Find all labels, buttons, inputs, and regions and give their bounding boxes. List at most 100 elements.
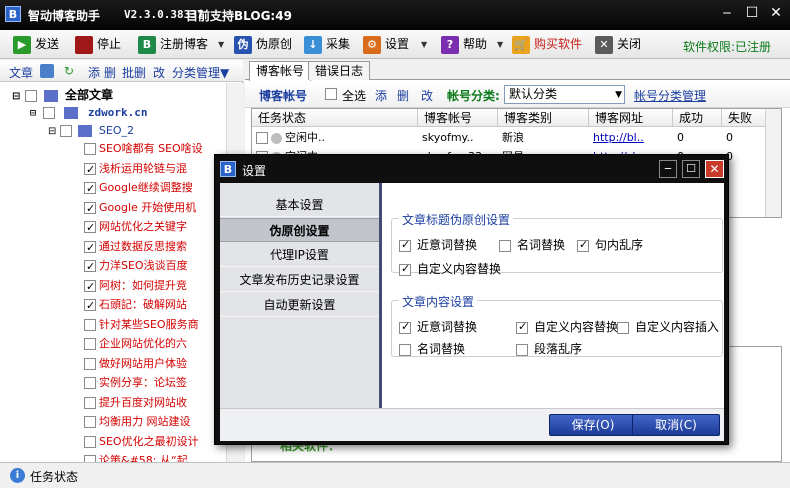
checkbox[interactable] [84,161,96,179]
add-account-link[interactable]: 添 [375,87,387,104]
select-all-checkbox[interactable] [325,88,337,100]
nav-proxy-settings[interactable]: 代理IP设置 [220,243,379,267]
close-window-button[interactable]: ✕ [765,4,787,24]
option-checkbox[interactable]: 自定义内容插入 [617,318,719,335]
option-checkbox[interactable]: 自定义内容替换 [516,318,618,335]
article-item[interactable]: 论策&#58; 从“起 [84,452,188,462]
tab-errors[interactable]: 错误日志 [308,61,371,80]
edit-account-link[interactable]: 改 [421,87,433,104]
collapse-icon[interactable]: ⊟ [48,126,56,137]
column-header[interactable]: 成功 [673,109,722,127]
column-header[interactable]: 任务状态 [252,109,418,127]
checkbox[interactable] [84,338,96,350]
checkbox[interactable] [499,239,511,252]
minimize-icon[interactable]: ‒ [659,160,677,178]
collapse-icon[interactable]: ⊟ [30,108,36,119]
close-button[interactable]: ✕ 关闭 [595,33,641,56]
option-checkbox[interactable]: 近意词替换 [399,236,477,253]
article-item[interactable]: 力洋SEO浅谈百度 [84,257,188,276]
minimize-button[interactable]: ‒ [716,4,738,24]
cancel-button[interactable]: 取消(C) [632,414,720,436]
column-header[interactable]: 失败 [722,109,767,127]
nav-update-settings[interactable]: 自动更新设置 [220,293,379,317]
chevron-down-icon[interactable]: ▼ [218,40,224,49]
option-checkbox[interactable]: 句内乱序 [577,236,643,253]
add-article-link[interactable]: 添 [88,64,100,81]
article-item[interactable]: 阿树：如何提升竞 [84,277,187,296]
tree-site[interactable]: ⊟ zdwork.cn [30,104,148,122]
refresh-icon[interactable]: ↻ [64,64,74,78]
checkbox[interactable] [84,318,96,331]
nav-pseudo-original-settings[interactable]: 伪原创设置 [220,218,379,242]
delete-article-link[interactable]: 删 [104,64,116,81]
checkbox[interactable] [42,107,55,119]
help-button[interactable]: ? 帮助 [441,33,487,56]
nav-history-settings[interactable]: 文章发布历史记录设置 [220,268,379,292]
edit-article-link[interactable]: 改 [153,64,165,81]
maximize-button[interactable]: ☐ [741,4,763,24]
article-item[interactable]: 网站优化之关键字 [84,218,187,237]
article-item[interactable]: SEO优化之最初设计 [84,433,199,451]
article-item[interactable]: 通过数据反思搜索 [84,238,187,257]
checkbox[interactable] [516,320,528,334]
option-checkbox[interactable]: 近意词替换 [399,318,477,335]
checkbox[interactable] [84,297,96,315]
checkbox[interactable] [84,377,96,389]
article-item[interactable]: 石頭記：破解网站 [84,296,187,315]
checkbox[interactable] [84,258,96,276]
checkbox[interactable] [399,262,411,276]
checkbox[interactable] [84,239,96,257]
checkbox[interactable] [84,143,96,155]
pseudo-original-button[interactable]: 伪伪原创 [234,33,292,56]
collect-button[interactable]: ↓ 采集 [304,33,350,56]
checkbox[interactable] [84,455,96,462]
delete-account-link[interactable]: 删 [397,87,409,104]
checkbox[interactable] [24,89,37,102]
column-header[interactable]: 博客帐号 [418,109,498,127]
checkbox[interactable] [617,321,629,334]
tree-folder[interactable]: ⊟ SEO_2 [48,122,134,140]
article-item[interactable]: Google 开始使用机 [84,199,196,218]
article-item[interactable]: 企业网站优化的六 [84,335,187,353]
table-scrollbar[interactable] [765,109,781,217]
tab-accounts[interactable]: 博客帐号 [249,61,312,81]
article-item[interactable]: Google继续调整搜 [84,179,193,198]
checkbox[interactable] [84,180,96,198]
article-item[interactable]: 提升百度对网站收 [84,394,187,412]
option-checkbox[interactable]: 名词替换 [499,236,565,253]
close-icon[interactable]: ✕ [705,160,724,178]
checkbox[interactable] [577,238,589,252]
chevron-down-icon[interactable]: ▼ [497,40,503,49]
nav-basic-settings[interactable]: 基本设置 [220,193,379,217]
article-item[interactable]: 浅析运用轮链与混 [84,160,187,179]
batch-delete-link[interactable]: 批删 [122,64,146,81]
checkbox[interactable] [84,278,96,296]
checkbox[interactable] [84,435,96,448]
column-header[interactable]: 博客类别 [498,109,589,127]
checkbox[interactable] [84,416,96,428]
checkbox[interactable] [256,132,268,144]
maximize-icon[interactable]: ☐ [682,160,700,178]
option-checkbox[interactable]: 段落乱序 [516,340,582,357]
article-item[interactable]: 实例分享：论坛签 [84,374,187,392]
checkbox[interactable] [84,219,96,237]
checkbox[interactable] [399,238,411,252]
import-icon[interactable] [40,64,54,78]
checkbox[interactable] [84,396,96,409]
register-blog-button[interactable]: B 注册博客 [138,33,208,56]
account-category-select[interactable]: 默认分类 ▼ [504,85,625,104]
category-manage-link[interactable]: 帐号分类管理 [634,87,706,104]
checkbox[interactable] [516,343,528,356]
checkbox[interactable] [59,125,72,137]
article-item[interactable]: SEO啥都有 SEO啥设 [84,140,203,158]
article-item[interactable]: 针对某些SEO服务商 [84,316,199,334]
save-button[interactable]: 保存(O) [549,414,637,436]
collapse-icon[interactable]: ⊟ [12,91,20,102]
checkbox[interactable] [84,200,96,218]
send-button[interactable]: ▶ 发送 [13,33,59,56]
article-item[interactable]: 均衡用力 网站建设 [84,413,191,431]
tree-root[interactable]: ⊟ 全部文章 [12,86,113,104]
checkbox[interactable] [84,357,96,370]
article-item[interactable]: 做好网站用户体验 [84,355,187,373]
chevron-down-icon[interactable]: ▼ [421,40,427,49]
